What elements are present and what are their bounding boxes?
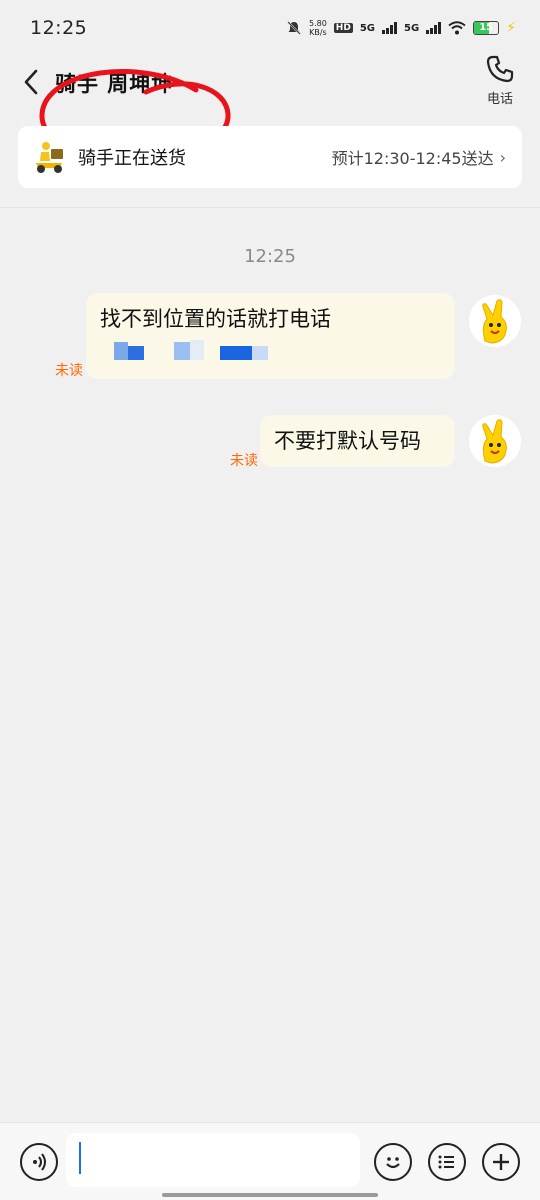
status-icons: 5.80 KB/s HD 5G 5G 15 ⚡ <box>286 19 516 37</box>
delivery-status-card[interactable]: 骑手正在送货 预计12:30-12:45送达 › <box>18 126 522 188</box>
net-speed: 5.80 KB/s <box>309 19 327 37</box>
input-bar <box>0 1122 540 1200</box>
wifi-icon <box>448 21 466 35</box>
chat-timestamp: 12:25 <box>244 246 296 267</box>
more-button[interactable] <box>482 1143 520 1181</box>
voice-button[interactable] <box>20 1143 58 1181</box>
voice-icon <box>33 1153 46 1171</box>
avatar[interactable] <box>469 295 521 347</box>
list-icon <box>438 1155 454 1169</box>
hd-badge: HD <box>333 23 353 33</box>
unread-label: 未读 <box>230 453 258 469</box>
plus-icon <box>493 1154 509 1170</box>
mascot-avatar-icon <box>482 419 507 464</box>
message-bubble[interactable]: 不要打默认号码 <box>260 415 455 467</box>
net-speed-unit: KB/s <box>309 28 327 37</box>
divider <box>0 207 540 208</box>
rider-scooter-icon <box>36 142 63 173</box>
net-speed-value: 5.80 <box>308 19 327 28</box>
signal-2-icon <box>426 22 442 34</box>
unread-label: 未读 <box>55 363 83 379</box>
redacted-content <box>100 336 441 362</box>
delivery-status-text: 骑手正在送货 <box>78 148 186 169</box>
sim2-label: 5G <box>403 22 420 34</box>
signal-1-icon <box>381 22 397 34</box>
back-button[interactable] <box>16 62 46 102</box>
quick-reply-button[interactable] <box>428 1143 466 1181</box>
chevron-right-icon: › <box>499 147 506 167</box>
emoji-button[interactable] <box>374 1143 412 1181</box>
status-time: 12:25 <box>30 17 88 39</box>
mute-bell-icon <box>287 21 301 35</box>
message-input[interactable] <box>66 1133 360 1187</box>
back-arrow-icon <box>24 69 38 95</box>
battery-icon: 15 <box>473 21 500 35</box>
emoji-icon <box>386 1157 400 1169</box>
sim1-label: 5G <box>359 22 375 34</box>
status-bar: 12:25 5.80 KB/s HD 5G 5G 15 ⚡ <box>0 0 540 56</box>
message-text: 找不到位置的话就打电话 <box>100 307 331 331</box>
call-label: 电话 <box>486 92 513 107</box>
message-text: 不要打默认号码 <box>274 429 421 453</box>
avatar[interactable] <box>469 415 521 467</box>
call-button[interactable]: 电话 <box>480 54 520 107</box>
message-bubble[interactable]: 找不到位置的话就打电话 <box>86 293 455 379</box>
home-indicator[interactable] <box>162 1193 378 1197</box>
eta-text: 预计12:30-12:45送达 <box>331 149 494 168</box>
charging-icon: ⚡ <box>506 20 516 36</box>
chat-title: 骑手 周坤坤 <box>55 72 174 96</box>
phone-icon <box>486 55 514 83</box>
battery-level: 15 <box>479 22 494 33</box>
mascot-avatar-icon <box>482 299 507 344</box>
text-caret <box>79 1142 81 1174</box>
nav-bar: 骑手 周坤坤 电话 <box>0 52 540 159</box>
